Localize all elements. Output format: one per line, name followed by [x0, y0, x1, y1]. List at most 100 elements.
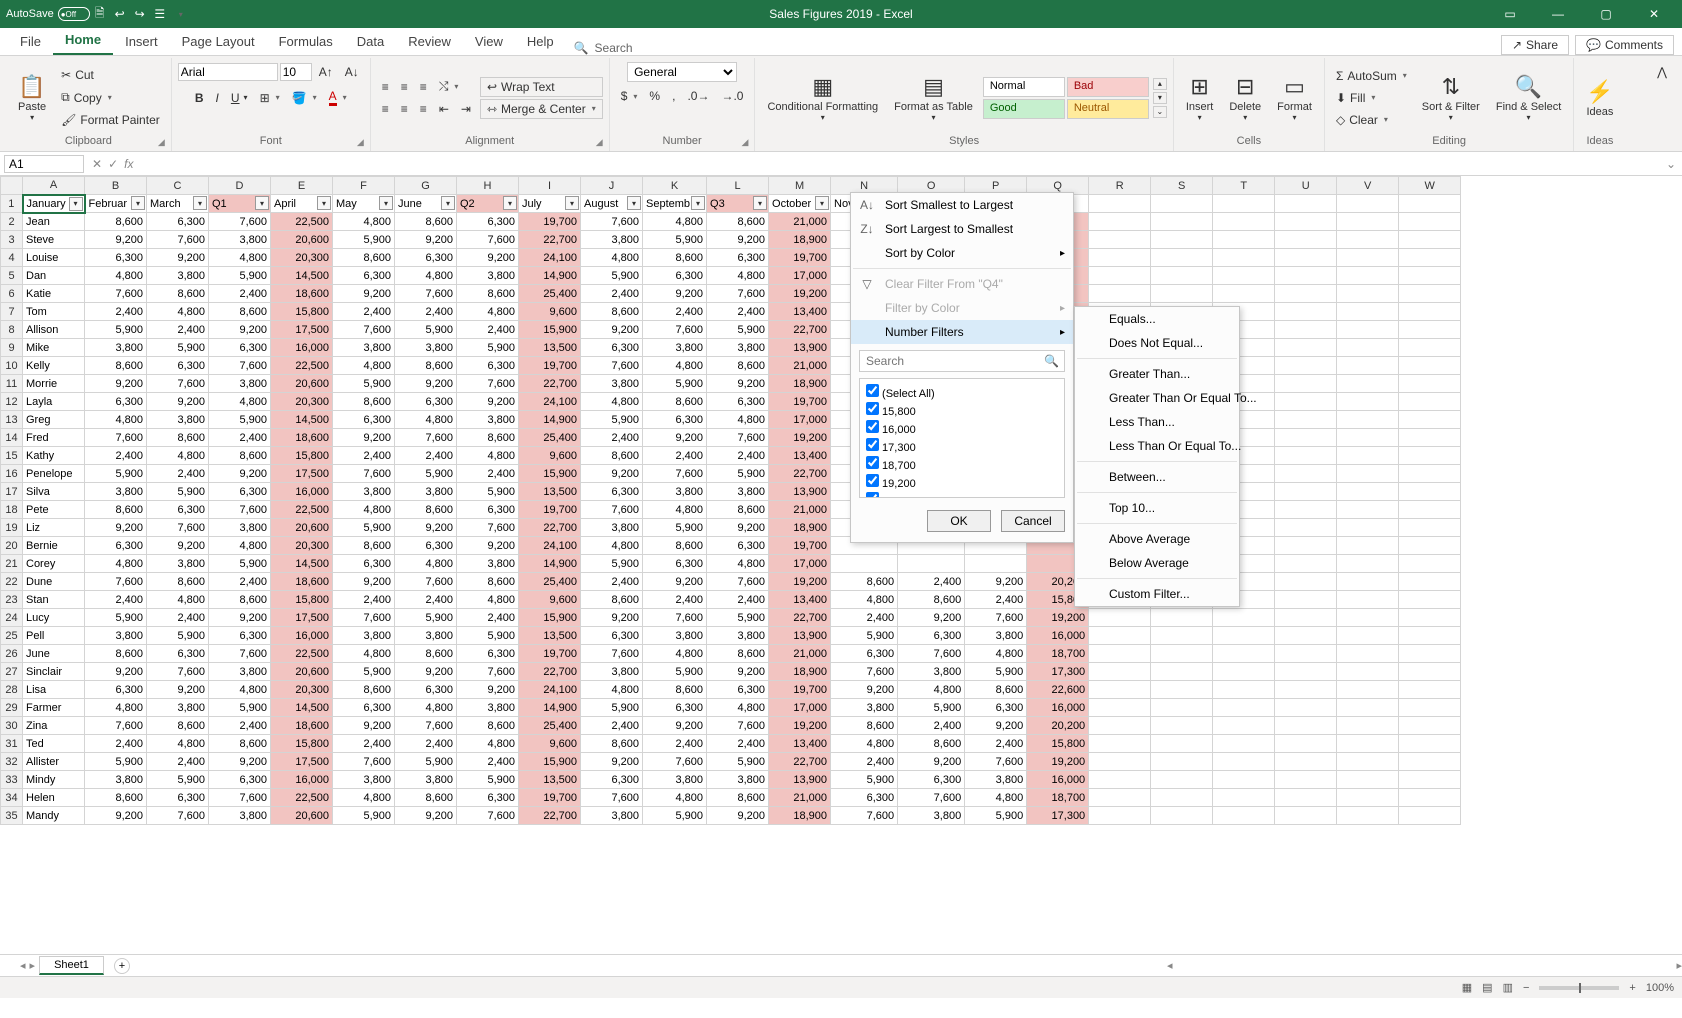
cell[interactable]: 2,400	[898, 573, 965, 591]
tab-formulas[interactable]: Formulas	[267, 30, 345, 55]
sort-by-color-item[interactable]: Sort by Color▸	[851, 241, 1073, 265]
row-header[interactable]: 16	[1, 465, 23, 483]
cell[interactable]: 9,200	[147, 393, 209, 411]
cell[interactable]: 8,600	[85, 357, 147, 375]
cell[interactable]: 22,700	[769, 609, 831, 627]
cell[interactable]: 6,300	[643, 555, 707, 573]
cell[interactable]	[1399, 339, 1461, 357]
cell[interactable]: 2,400	[831, 753, 898, 771]
cell[interactable]	[1275, 321, 1337, 339]
cell[interactable]: 8,600	[707, 357, 769, 375]
cell[interactable]: 3,800	[707, 483, 769, 501]
cell[interactable]: 24,100	[519, 537, 581, 555]
cell[interactable]: 18,700	[1027, 645, 1089, 663]
row-header[interactable]: 19	[1, 519, 23, 537]
cell[interactable]: Greg	[23, 411, 85, 429]
cell[interactable]: 7,600	[707, 573, 769, 591]
numfilter-does-not-equal-[interactable]: Does Not Equal...	[1075, 331, 1239, 355]
cell[interactable]: 2,400	[457, 753, 519, 771]
cell[interactable]: 4,800	[643, 213, 707, 231]
numfilter-equals-[interactable]: Equals...	[1075, 307, 1239, 331]
format-as-table-button[interactable]: ▤Format as Table▾	[888, 71, 979, 124]
cell[interactable]: 9,200	[707, 663, 769, 681]
cell[interactable]: 6,300	[333, 699, 395, 717]
cell[interactable]	[1337, 753, 1399, 771]
cell[interactable]: 22,500	[271, 501, 333, 519]
row-header[interactable]: 4	[1, 249, 23, 267]
cell[interactable]: 3,800	[643, 627, 707, 645]
align-right-button[interactable]: ≡	[415, 99, 432, 119]
cell[interactable]: 8,600	[395, 789, 457, 807]
cell[interactable]: 7,600	[707, 717, 769, 735]
cell[interactable]: 9,200	[333, 573, 395, 591]
cell[interactable]: 7,600	[333, 753, 395, 771]
row-header[interactable]: 22	[1, 573, 23, 591]
cell[interactable]: Pell	[23, 627, 85, 645]
column-header[interactable]: C	[147, 177, 209, 195]
cell[interactable]: 2,400	[85, 303, 147, 321]
cell[interactable]	[1089, 717, 1151, 735]
cell[interactable]: 8,600	[147, 717, 209, 735]
cell[interactable]: 9,600	[519, 591, 581, 609]
cell[interactable]: Allister	[23, 753, 85, 771]
cell[interactable]	[1151, 609, 1213, 627]
cell[interactable]	[1275, 483, 1337, 501]
cell[interactable]	[1275, 393, 1337, 411]
cell[interactable]: 5,900	[85, 465, 147, 483]
cell[interactable]	[1337, 483, 1399, 501]
cell[interactable]: 14,500	[271, 267, 333, 285]
cell[interactable]: Katie	[23, 285, 85, 303]
cell[interactable]: 18,600	[271, 717, 333, 735]
cell[interactable]	[1089, 285, 1151, 303]
cell[interactable]: 16,000	[1027, 699, 1089, 717]
row-header[interactable]: 7	[1, 303, 23, 321]
cell[interactable]: 8,600	[898, 735, 965, 753]
cell[interactable]: 2,400	[581, 429, 643, 447]
cell[interactable]: 5,900	[395, 609, 457, 627]
cell[interactable]: 4,800	[147, 303, 209, 321]
row-header[interactable]: 26	[1, 645, 23, 663]
cell[interactable]: 19,700	[519, 789, 581, 807]
cell[interactable]	[1213, 249, 1275, 267]
numfilter-greater-than-[interactable]: Greater Than...	[1075, 362, 1239, 386]
cell[interactable]: 13,900	[769, 627, 831, 645]
cell[interactable]: 7,600	[395, 717, 457, 735]
cell[interactable]: 20,600	[271, 375, 333, 393]
cell[interactable]: Mindy	[23, 771, 85, 789]
cell[interactable]: 5,900	[147, 483, 209, 501]
cell[interactable]: 9,200	[707, 375, 769, 393]
cell[interactable]: 6,300	[707, 681, 769, 699]
align-top-button[interactable]: ≡	[377, 77, 394, 97]
cell[interactable]: 5,900	[147, 771, 209, 789]
cell[interactable]: 20,600	[271, 663, 333, 681]
cell[interactable]	[1213, 753, 1275, 771]
zoom-out-button[interactable]: −	[1523, 982, 1529, 994]
cell[interactable]: 8,600	[333, 249, 395, 267]
cell[interactable]: 8,600	[457, 285, 519, 303]
cell[interactable]: Fred	[23, 429, 85, 447]
cell[interactable]	[1399, 501, 1461, 519]
column-header[interactable]: K	[643, 177, 707, 195]
cell[interactable]	[1399, 519, 1461, 537]
ribbon-display-icon[interactable]: ▭	[1488, 0, 1532, 28]
cell[interactable]: 3,800	[457, 411, 519, 429]
font-color-button[interactable]: A	[324, 86, 352, 109]
cell[interactable]: 3,800	[457, 555, 519, 573]
cell[interactable]: 7,600	[581, 645, 643, 663]
cell[interactable]: 14,500	[271, 699, 333, 717]
cell[interactable]: 9,200	[831, 681, 898, 699]
cell[interactable]	[1399, 411, 1461, 429]
insert-cells-button[interactable]: ⊞Insert▾	[1180, 71, 1220, 124]
row-header[interactable]: 21	[1, 555, 23, 573]
cell[interactable]: 7,600	[147, 807, 209, 825]
cell[interactable]: 4,800	[395, 555, 457, 573]
cell[interactable]	[1089, 609, 1151, 627]
cell[interactable]: Farmer	[23, 699, 85, 717]
cell[interactable]: 22,700	[519, 663, 581, 681]
hscroll-left-icon[interactable]: ◂	[1167, 959, 1173, 972]
cell[interactable]	[1399, 303, 1461, 321]
cell[interactable]	[1275, 681, 1337, 699]
sheet-nav-prev-icon[interactable]: ◂	[20, 959, 26, 972]
cell[interactable]: 20,300	[271, 537, 333, 555]
tab-insert[interactable]: Insert	[113, 30, 170, 55]
